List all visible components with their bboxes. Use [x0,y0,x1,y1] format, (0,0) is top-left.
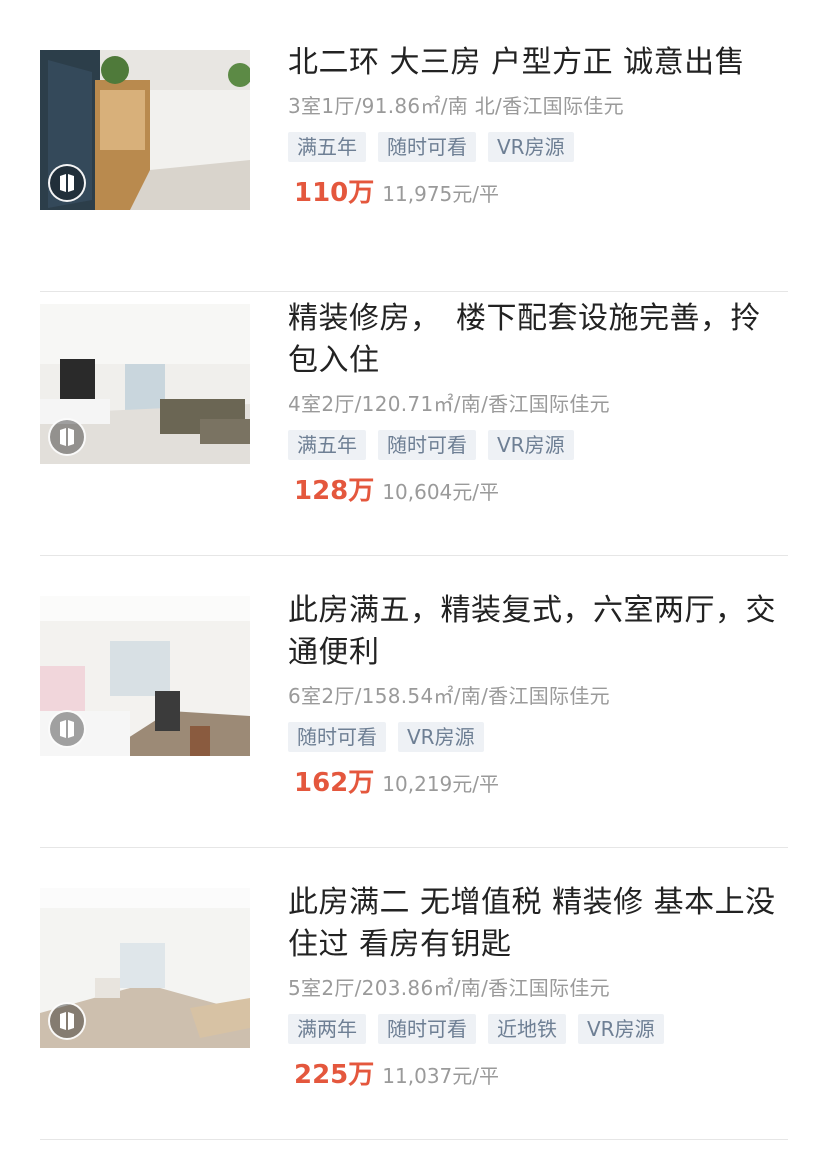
listing-photo[interactable] [40,50,250,210]
listing-tags: 满五年 随时可看 VR房源 [288,430,788,460]
listing-info: 北二环 大三房 户型方正 诚意出售 3室1厅/91.86㎡/南 北/香江国际佳元… [288,42,788,210]
tag: VR房源 [488,430,574,460]
unit-price: 11,037元/平 [382,1064,499,1088]
vr-badge-icon [48,164,86,202]
listing-info: 精装修房， 楼下配套设施完善，拎包入住 4室2厅/120.71㎡/南/香江国际佳… [288,298,788,508]
tag: 随时可看 [288,722,386,752]
listing-meta: 3室1厅/91.86㎡/南 北/香江国际佳元 [288,94,624,118]
vr-badge-icon [48,1002,86,1040]
tag: 随时可看 [378,1014,476,1044]
listing-photo[interactable] [40,596,250,756]
listing-tags: 随时可看 VR房源 [288,722,788,752]
listing-card[interactable]: 此房满二 无增值税 精装修 基本上没住过 看房有钥匙 5室2厅/203.86㎡/… [40,848,788,1140]
tag: 满五年 [288,132,366,162]
tag: VR房源 [578,1014,664,1044]
unit-price: 10,604元/平 [382,480,499,504]
tag: 随时可看 [378,132,476,162]
price-row: 110万 11,975元/平 [288,176,788,210]
unit-price: 11,975元/平 [382,182,499,206]
listing-card[interactable]: 此房满五，精装复式，六室两厅，交通便利 6室2厅/158.54㎡/南/香江国际佳… [40,556,788,848]
listing-meta: 5室2厅/203.86㎡/南/香江国际佳元 [288,976,610,1000]
listing-tags: 满两年 随时可看 近地铁 VR房源 [288,1014,788,1044]
tag: 近地铁 [488,1014,566,1044]
price-row: 225万 11,037元/平 [288,1058,788,1092]
listing-title[interactable]: 此房满二 无增值税 精装修 基本上没住过 看房有钥匙 [288,882,788,966]
listing-tags: 满五年 随时可看 VR房源 [288,132,788,162]
price-row: 162万 10,219元/平 [288,766,788,800]
tag: 满两年 [288,1014,366,1044]
price-row: 128万 10,604元/平 [288,474,788,508]
listing-info: 此房满二 无增值税 精装修 基本上没住过 看房有钥匙 5室2厅/203.86㎡/… [288,882,788,1092]
listing-meta: 4室2厅/120.71㎡/南/香江国际佳元 [288,392,610,416]
total-price: 110万 [294,178,375,208]
listing-card[interactable]: 精装修房， 楼下配套设施完善，拎包入住 4室2厅/120.71㎡/南/香江国际佳… [40,264,788,556]
tag: VR房源 [488,132,574,162]
listing-info: 此房满五，精装复式，六室两厅，交通便利 6室2厅/158.54㎡/南/香江国际佳… [288,590,788,800]
listing-title[interactable]: 北二环 大三房 户型方正 诚意出售 [288,42,788,84]
listing-title[interactable]: 此房满五，精装复式，六室两厅，交通便利 [288,590,788,674]
listing-title[interactable]: 精装修房， 楼下配套设施完善，拎包入住 [288,298,788,382]
tag: 随时可看 [378,430,476,460]
listing-photo[interactable] [40,304,250,464]
listing-photo[interactable] [40,888,250,1048]
listing-meta: 6室2厅/158.54㎡/南/香江国际佳元 [288,684,610,708]
tag: VR房源 [398,722,484,752]
total-price: 162万 [294,768,375,798]
unit-price: 10,219元/平 [382,772,499,796]
total-price: 128万 [294,476,375,506]
vr-badge-icon [48,710,86,748]
tag: 满五年 [288,430,366,460]
listing-card[interactable]: 北二环 大三房 户型方正 诚意出售 3室1厅/91.86㎡/南 北/香江国际佳元… [40,0,788,292]
total-price: 225万 [294,1060,375,1090]
vr-badge-icon [48,418,86,456]
